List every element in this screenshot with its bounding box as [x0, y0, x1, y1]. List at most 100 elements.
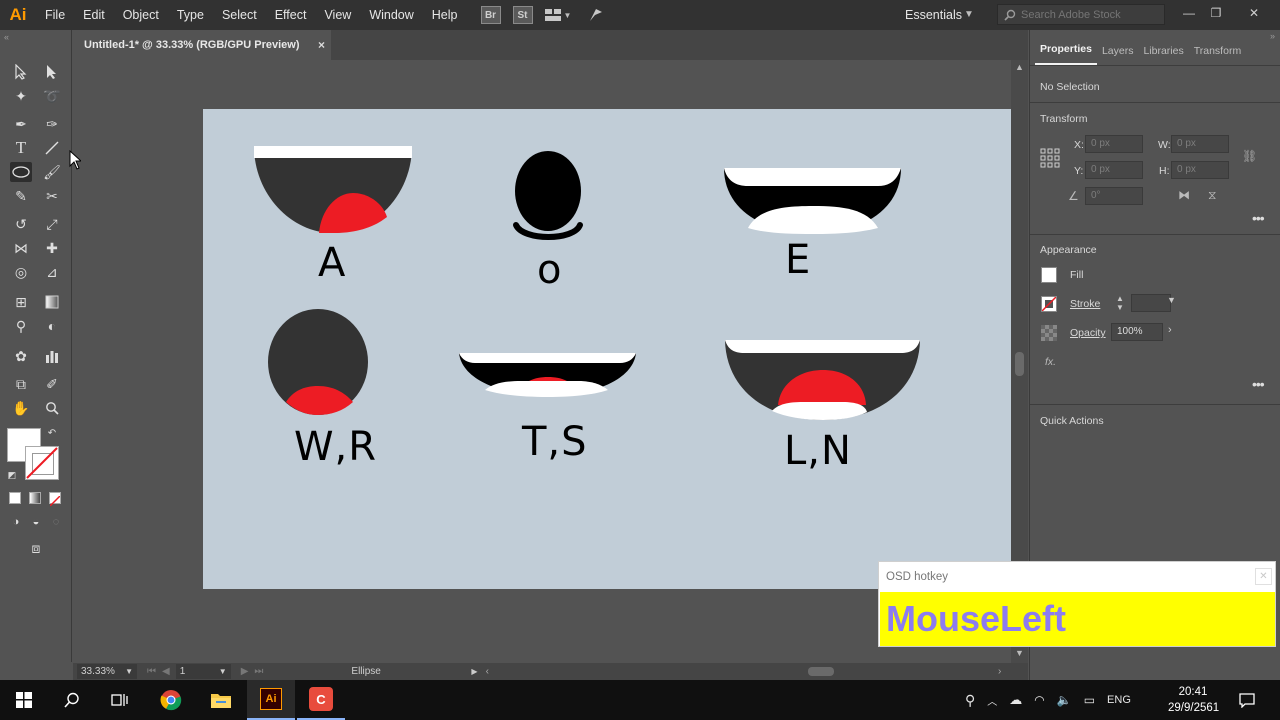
search-input[interactable]	[1021, 8, 1161, 21]
rotate-tool-icon[interactable]: ↺	[10, 214, 32, 234]
scale-tool-icon[interactable]: ⤢	[41, 214, 63, 234]
bridge-button[interactable]: Br	[480, 6, 501, 24]
symbol-sprayer-tool-icon[interactable]: ✿	[10, 346, 32, 366]
arrange-documents-icon[interactable]: ▼	[544, 6, 575, 24]
default-colors-icon[interactable]: ◩	[5, 468, 19, 482]
mouth-shape-ln[interactable]	[725, 340, 920, 420]
workspace-switcher[interactable]: Essentials	[905, 0, 962, 30]
action-center-button[interactable]	[1226, 680, 1268, 720]
volume-icon[interactable]: 🔈	[1057, 693, 1072, 707]
taskbar-search-button[interactable]	[48, 680, 96, 720]
more-options-icon[interactable]: •••	[1252, 376, 1265, 392]
draw-normal-icon[interactable]: ◑	[5, 512, 27, 532]
taskbar-camtasia[interactable]: C	[297, 680, 345, 720]
start-button[interactable]	[0, 680, 48, 720]
restore-button[interactable]: ❐	[1202, 0, 1230, 26]
mouth-shape-wr[interactable]	[268, 309, 368, 415]
mouth-shape-a[interactable]	[254, 146, 412, 233]
gradient-mode-swatch[interactable]	[29, 492, 41, 504]
scroll-left-icon[interactable]: ‹	[486, 666, 489, 677]
prev-artboard-icon[interactable]: ◀	[162, 666, 170, 677]
taskbar-chrome[interactable]	[147, 680, 195, 720]
taskbar-illustrator[interactable]: Ai	[247, 680, 295, 720]
line-tool-icon[interactable]	[41, 138, 63, 158]
menu-help[interactable]: Help	[423, 0, 467, 30]
ellipse-tool-icon[interactable]	[10, 162, 32, 182]
opacity-expand-icon[interactable]: ›	[1168, 324, 1172, 336]
artboard[interactable]: A o E W,R T,S L,N	[203, 109, 1011, 589]
vertical-scroll-thumb[interactable]	[1015, 352, 1024, 376]
draw-inside-icon[interactable]: ◌	[45, 512, 67, 532]
fill-swatch-panel[interactable]	[1041, 267, 1057, 283]
stock-button[interactable]: St	[512, 6, 533, 24]
scroll-down-icon[interactable]: ▼	[1015, 648, 1024, 658]
shaper-tool-icon[interactable]: ✎	[10, 186, 32, 206]
mouth-shape-ts[interactable]	[459, 353, 636, 397]
paintbrush-tool-icon[interactable]: 🖌	[41, 162, 63, 182]
lasso-tool-icon[interactable]: ➰	[41, 86, 63, 106]
scroll-up-icon[interactable]: ▲	[1015, 62, 1024, 72]
menu-select[interactable]: Select	[213, 0, 266, 30]
artboard-tool-icon[interactable]: ⧉	[10, 374, 32, 394]
more-options-icon[interactable]: •••	[1252, 210, 1265, 226]
stroke-swatch-panel[interactable]	[1041, 296, 1057, 312]
menu-view[interactable]: View	[315, 0, 360, 30]
close-window-button[interactable]: ✕	[1240, 0, 1268, 26]
puppet-warp-tool-icon[interactable]: ✚	[41, 238, 63, 258]
constrain-proportions-icon[interactable]: ⛓	[1242, 149, 1257, 163]
minimize-button[interactable]: —	[1175, 0, 1203, 26]
slice-tool-icon[interactable]: ✐	[41, 374, 63, 394]
magic-wand-tool-icon[interactable]: ✦	[10, 86, 32, 106]
stroke-label[interactable]: Stroke	[1070, 298, 1100, 310]
curvature-tool-icon[interactable]: ✑	[41, 114, 63, 134]
tab-layers[interactable]: Layers	[1097, 45, 1139, 65]
zoom-level[interactable]: 33.33% ▼	[77, 664, 137, 679]
gpu-performance-icon[interactable]	[587, 6, 605, 24]
scissors-tool-icon[interactable]: ✂	[41, 186, 63, 206]
status-menu-icon[interactable]: ▶	[471, 667, 477, 676]
stroke-weight-field[interactable]	[1131, 294, 1171, 312]
tab-transform[interactable]: Transform	[1189, 45, 1246, 65]
hand-tool-icon[interactable]: ✋	[10, 398, 32, 418]
shape-builder-tool-icon[interactable]: ◎	[10, 262, 32, 282]
osd-close-button[interactable]: ✕	[1255, 568, 1272, 585]
onedrive-icon[interactable]: ☁	[1009, 692, 1022, 708]
next-artboard-icon[interactable]: ▶	[241, 666, 249, 677]
menu-object[interactable]: Object	[114, 0, 168, 30]
collapse-toolbar-icon[interactable]: «	[4, 32, 9, 42]
eyedropper-tool-icon[interactable]: ⚲	[10, 316, 32, 336]
w-field[interactable]: 0 px	[1171, 135, 1229, 153]
first-artboard-icon[interactable]: ⏮	[147, 666, 156, 677]
battery-icon[interactable]: ▭	[1084, 693, 1095, 707]
direct-selection-tool-icon[interactable]	[41, 62, 63, 82]
mouth-shape-o[interactable]	[513, 151, 583, 240]
flip-horizontal-icon[interactable]: ⧓	[1178, 188, 1190, 202]
fx-button[interactable]: fx.	[1045, 356, 1056, 368]
close-tab-icon[interactable]: ×	[318, 30, 325, 60]
swap-colors-icon[interactable]: ↶	[45, 426, 59, 440]
screen-mode-icon[interactable]: ⧈	[25, 538, 47, 558]
draw-behind-icon[interactable]: ◒	[25, 512, 47, 532]
last-artboard-icon[interactable]: ⏭	[254, 666, 263, 677]
column-graph-tool-icon[interactable]	[41, 346, 63, 366]
stroke-weight-stepper[interactable]: ▲ ▼	[1116, 294, 1124, 312]
rotate-angle-field[interactable]: 0°	[1085, 187, 1143, 205]
flip-vertical-icon[interactable]: ⧖	[1208, 188, 1216, 203]
none-mode-swatch[interactable]	[49, 492, 61, 507]
h-field[interactable]: 0 px	[1171, 161, 1229, 179]
menu-type[interactable]: Type	[168, 0, 213, 30]
wifi-icon[interactable]: ◠	[1034, 693, 1044, 707]
zoom-tool-icon[interactable]	[41, 398, 63, 418]
taskbar-clock[interactable]: 20:41 29/9/2561	[1168, 684, 1219, 716]
menu-edit[interactable]: Edit	[74, 0, 114, 30]
tab-document[interactable]: Untitled-1* @ 33.33% (RGB/GPU Preview) ×	[73, 30, 331, 60]
menu-effect[interactable]: Effect	[266, 0, 316, 30]
width-tool-icon[interactable]: ⋈	[10, 238, 32, 258]
people-icon[interactable]: ⚲	[965, 692, 975, 709]
type-tool-icon[interactable]: T	[10, 138, 32, 158]
pen-tool-icon[interactable]: ✒	[10, 114, 32, 134]
perspective-grid-tool-icon[interactable]: ⊿	[41, 262, 63, 282]
collapse-panel-icon[interactable]: »	[1270, 31, 1275, 41]
reference-point-icon[interactable]	[1040, 148, 1060, 173]
menu-file[interactable]: File	[36, 0, 74, 30]
